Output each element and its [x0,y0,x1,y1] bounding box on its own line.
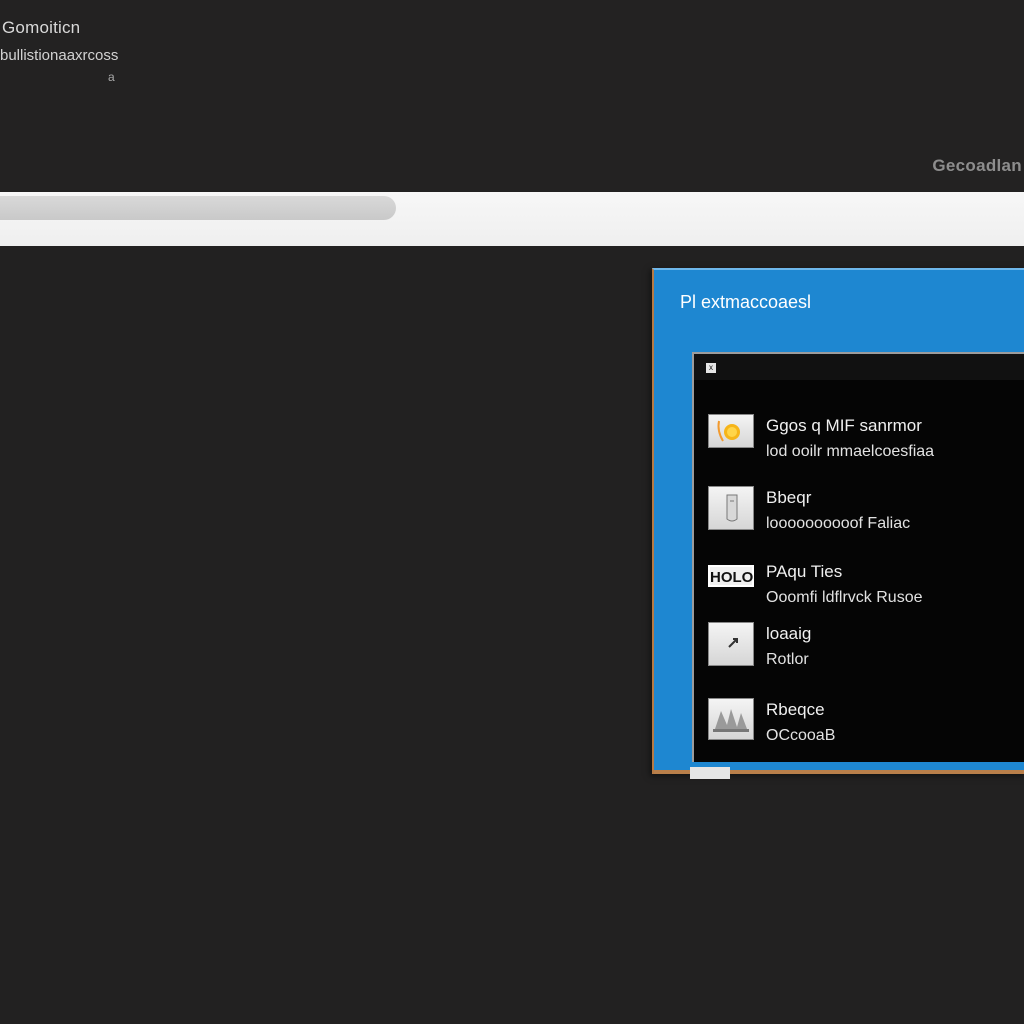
list-item[interactable]: HOLO PAqu Ties Ooomfi ldflrvck Rusoe [708,560,1018,616]
image-icon [708,698,754,740]
address-bar [0,192,1024,246]
list-item[interactable]: Ggos q MIF sanrmor lod ooilr mmaelcoesfi… [708,414,1018,470]
item-title: Rbeqce [766,700,825,719]
list-item[interactable]: Rbeqce OCcooaB [708,698,1018,754]
app-subtitle: bullistionaaxrcoss [0,47,119,64]
sun-icon [708,414,754,448]
panel-toolbar: x [694,354,1024,380]
item-title: Ggos q MIF sanrmor [766,416,922,435]
app-title: Gomoiticn [2,18,81,37]
document-icon [708,486,754,530]
dialog-window: Pl extmaccoaesl x Ggos q MIF sanrmor lod… [652,268,1024,779]
item-description: loooooooooof Faliac [766,515,911,532]
item-title: Bbeqr [766,488,812,507]
arrow-icon [708,622,754,666]
item-title: PAqu Ties [766,562,843,581]
header-right-label[interactable]: Gecoadlan [932,156,1022,176]
item-description: Ooomfi ldflrvck Rusoe [766,589,923,606]
app-meta: a [108,70,115,84]
desktop-screen: Gomoiticn bullistionaaxrcoss a Gecoadlan… [0,0,1024,1024]
item-description: lod ooilr mmaelcoesfiaa [766,443,935,460]
close-icon[interactable]: x [706,363,716,373]
dialog-list-panel: x Ggos q MIF sanrmor lod ooilr mmaelcoes… [692,352,1024,762]
item-title: loaaig [766,624,812,643]
dialog-title: Pl extmaccoaesl [680,292,812,312]
label-icon: HOLO [708,565,754,587]
list-item[interactable]: Bbeqr loooooooooof Faliac [708,486,1018,542]
app-header: Gomoiticn bullistionaaxrcoss a Gecoadlan [0,0,1024,192]
item-description: Rotlor [766,651,809,668]
dialog-bottom-tab[interactable] [690,767,730,779]
list-item[interactable]: loaaig Rotlor [708,622,1018,678]
address-input[interactable] [0,196,396,220]
item-description: OCcooaB [766,727,836,744]
